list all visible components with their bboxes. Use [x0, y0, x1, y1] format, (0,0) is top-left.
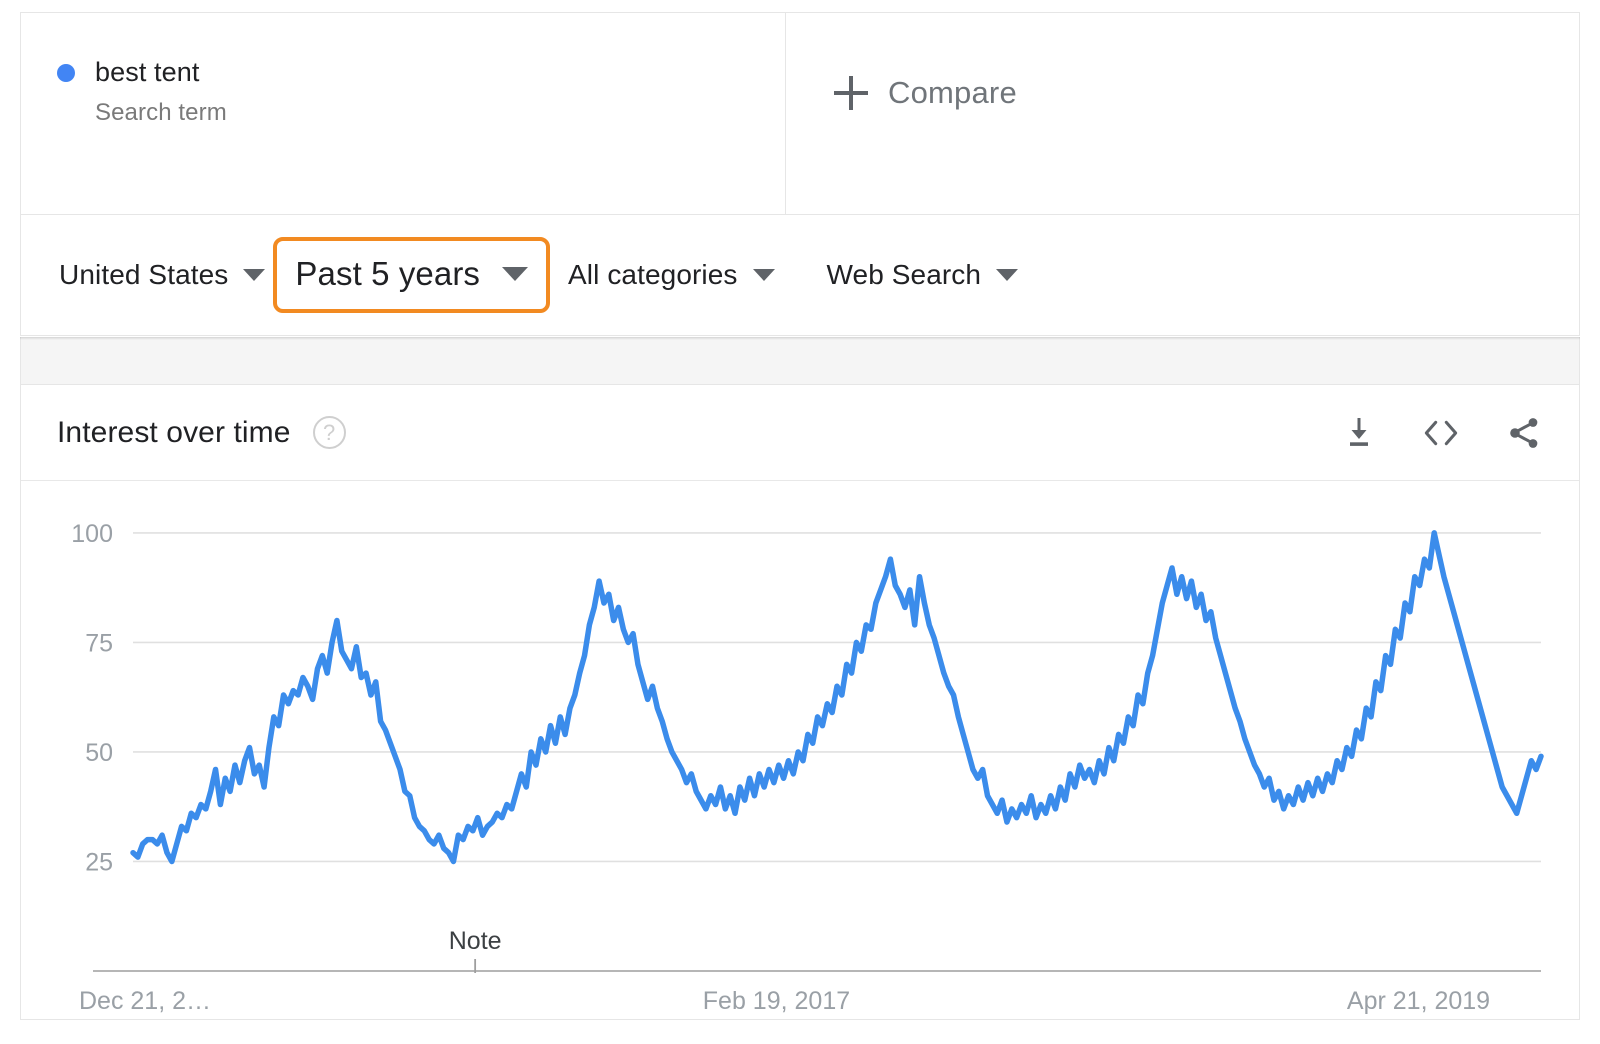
search-term-title: best tent: [95, 57, 199, 88]
chart-actions: [1341, 415, 1543, 451]
plus-icon: [834, 76, 868, 110]
chevron-down-icon: [996, 269, 1018, 281]
search-term-card: best tent Search term Compare: [20, 12, 1580, 214]
search-term-row: best tent: [57, 57, 785, 88]
chart-plot-area[interactable]: 25 50 75 100 Note Dec 21, 2… Feb 19, 2017 Apr…: [21, 481, 1579, 1019]
x-axis-tick-label: Feb 19, 2017: [703, 987, 850, 1015]
compare-label: Compare: [888, 75, 1017, 111]
embed-icon[interactable]: [1421, 416, 1461, 450]
add-compare-button[interactable]: Compare: [834, 75, 1017, 111]
google-trends-page: best tent Search term Compare United Sta…: [0, 0, 1600, 1044]
compare-pane: Compare: [786, 13, 1579, 214]
chart-series-line: [133, 533, 1541, 862]
share-icon[interactable]: [1505, 415, 1543, 451]
chart-x-axis-labels: Dec 21, 2… Feb 19, 2017 Apr 21, 2019: [79, 987, 1490, 1015]
filter-location[interactable]: United States: [59, 259, 265, 291]
x-axis-tick-label: Apr 21, 2019: [1347, 987, 1490, 1015]
filter-search-type-label: Web Search: [827, 259, 982, 291]
section-spacer-shadow: [20, 337, 1580, 340]
chart-title: Interest over time: [57, 416, 291, 450]
y-axis-tick-label: 75: [85, 629, 113, 657]
y-axis-tick-label: 50: [85, 739, 113, 767]
filter-search-type[interactable]: Web Search: [827, 259, 1019, 291]
filter-time-range[interactable]: Past 5 years: [273, 237, 550, 313]
filter-time-range-label: Past 5 years: [295, 255, 480, 293]
chevron-down-icon: [502, 267, 528, 281]
y-axis-tick-label: 100: [71, 520, 113, 548]
note-label[interactable]: Note: [449, 927, 502, 955]
filter-bar: United States Past 5 years All categorie…: [20, 214, 1580, 336]
filter-category-label: All categories: [568, 259, 737, 291]
download-icon[interactable]: [1341, 415, 1377, 451]
filter-category[interactable]: All categories: [568, 259, 774, 291]
interest-over-time-card: Interest over time ?: [20, 384, 1580, 1020]
search-term-subtitle: Search term: [95, 99, 785, 127]
interest-over-time-line-chart: 25 50 75 100 Note Dec 21, 2… Feb 19, 2017 Apr…: [21, 481, 1579, 1019]
section-spacer: [20, 337, 1580, 384]
series-color-dot: [57, 64, 75, 82]
filter-location-label: United States: [59, 259, 228, 291]
chart-note-annotation: Note: [449, 927, 502, 973]
chart-y-axis-labels: 25 50 75 100: [71, 520, 113, 877]
search-term-pane[interactable]: best tent Search term: [21, 13, 786, 214]
chevron-down-icon: [243, 269, 265, 281]
x-axis-tick-label: Dec 21, 2…: [79, 987, 211, 1015]
y-axis-tick-label: 25: [85, 848, 113, 876]
chevron-down-icon: [753, 269, 775, 281]
chart-header: Interest over time ?: [21, 385, 1579, 481]
question-mark-icon[interactable]: ?: [313, 416, 346, 449]
